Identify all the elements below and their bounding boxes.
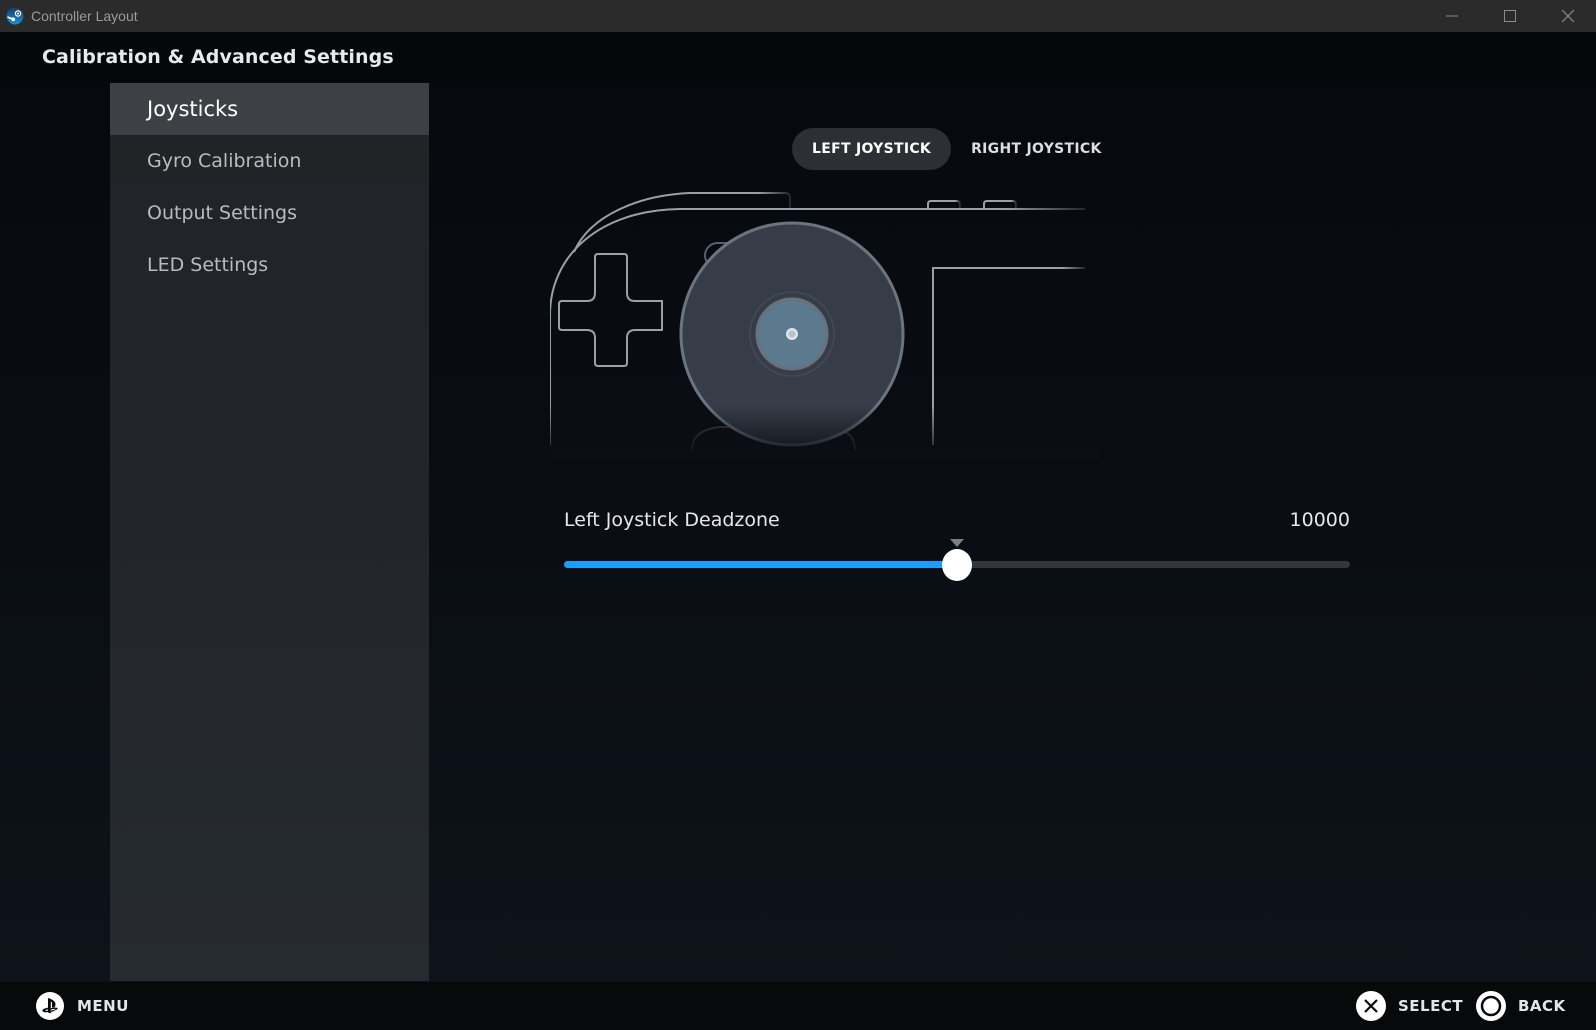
sidebar-item-led-settings[interactable]: LED Settings	[110, 239, 429, 291]
sidebar-item-output-settings[interactable]: Output Settings	[110, 187, 429, 239]
minimize-button[interactable]	[1429, 0, 1475, 32]
deadzone-value: 10000	[1289, 509, 1350, 531]
window-title: Controller Layout	[31, 8, 138, 24]
close-icon	[1562, 10, 1574, 22]
default-marker-icon	[950, 539, 964, 547]
tab-left-joystick[interactable]: LEFT JOYSTICK	[792, 128, 952, 170]
back-label: BACK	[1518, 997, 1566, 1015]
select-button[interactable]: SELECT	[1356, 982, 1463, 1030]
page-title: Calibration & Advanced Settings	[42, 46, 394, 68]
tab-right-joystick[interactable]: RIGHT JOYSTICK	[951, 128, 1122, 170]
deadzone-slider-fill	[564, 561, 957, 568]
page-header: Calibration & Advanced Settings	[0, 32, 1596, 82]
deadzone-slider-thumb[interactable]	[942, 549, 972, 581]
steam-logo-icon	[6, 7, 24, 25]
menu-label: MENU	[77, 997, 129, 1015]
controller-illustration	[550, 185, 1100, 460]
sidebar: Joysticks Gyro Calibration Output Settin…	[110, 83, 429, 981]
maximize-button[interactable]	[1487, 0, 1533, 32]
deadzone-slider[interactable]	[564, 539, 1350, 581]
playstation-logo-icon	[36, 992, 64, 1020]
joystick-tabs: LEFT JOYSTICK RIGHT JOYSTICK	[792, 128, 1122, 170]
deadzone-label: Left Joystick Deadzone	[564, 509, 780, 531]
window-titlebar: Controller Layout	[0, 0, 1596, 32]
select-label: SELECT	[1398, 997, 1464, 1015]
maximize-icon	[1504, 10, 1516, 22]
cross-button-icon	[1356, 991, 1386, 1021]
sidebar-item-gyro-calibration[interactable]: Gyro Calibration	[110, 135, 429, 187]
close-button[interactable]	[1545, 0, 1591, 32]
minimize-icon	[1446, 15, 1458, 17]
circle-button-icon	[1476, 991, 1506, 1021]
footer-bar: MENU SELECT BACK	[0, 982, 1596, 1030]
sidebar-item-joysticks[interactable]: Joysticks	[110, 83, 429, 135]
menu-button[interactable]: MENU	[35, 982, 129, 1030]
back-button[interactable]: BACK	[1476, 982, 1566, 1030]
